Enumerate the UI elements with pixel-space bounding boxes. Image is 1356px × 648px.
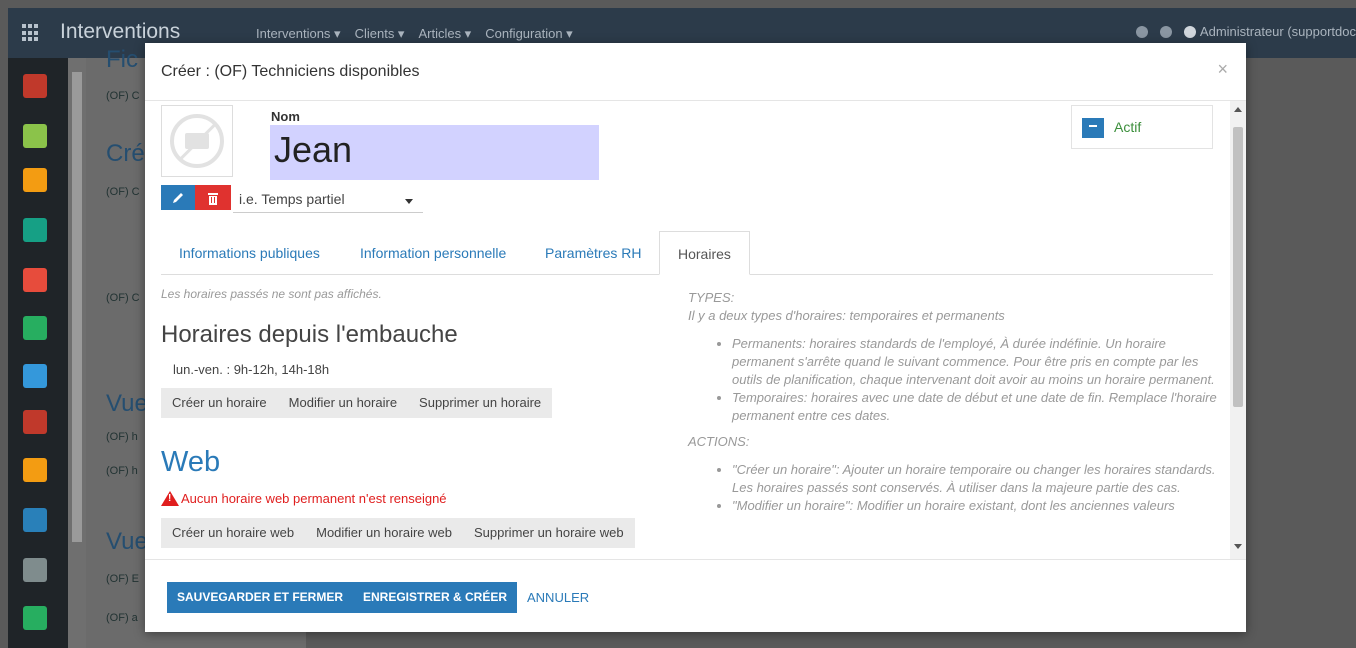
- help-icon[interactable]: [1135, 25, 1148, 38]
- cancel-button[interactable]: ANNULER: [527, 582, 589, 613]
- schedule-actions: Créer un horaire Modifier un horaire Sup…: [161, 388, 553, 418]
- hierarchy-icon[interactable]: [23, 508, 47, 532]
- help-types-intro: Il y a deux types d'horaires: temporaire…: [688, 308, 1005, 323]
- app-sidebar: [8, 58, 68, 648]
- user-name: Administrateur (supportdoc: [1199, 24, 1356, 39]
- help-item: "Créer un horaire": Ajouter un horaire t…: [732, 461, 1218, 497]
- save-close-button[interactable]: SAUVEGARDER ET FERMER: [167, 582, 354, 613]
- tab-schedules[interactable]: Horaires: [659, 231, 750, 275]
- contract-placeholder: i.e. Temps partiel: [239, 191, 345, 207]
- help-types-list: Permanents: horaires standards de l'empl…: [688, 335, 1218, 425]
- bg-heading: Cré: [106, 140, 145, 167]
- background-scrollbar[interactable]: [68, 58, 86, 648]
- archive-icon: [1082, 118, 1104, 138]
- web-schedule-actions: Créer un horaire web Modifier un horaire…: [161, 518, 635, 548]
- main-menu: Interventions ▾ Clients ▾ Articles ▾ Con…: [256, 26, 573, 42]
- app-title[interactable]: Interventions: [60, 20, 180, 44]
- user-avatar: [1183, 25, 1196, 38]
- warning-icon: [161, 491, 179, 506]
- user-menu[interactable]: Administrateur (supportdoc: [1183, 24, 1356, 39]
- caret-down-icon: [405, 199, 413, 204]
- bg-heading: Vue: [106, 390, 148, 417]
- trash-icon: [208, 192, 218, 205]
- schedule-heading: Horaires depuis l'embauche: [161, 321, 458, 348]
- help-actions-list: "Créer un horaire": Ajouter un horaire t…: [688, 461, 1218, 515]
- bg-fragment: (OF) C: [106, 292, 140, 304]
- schedule-summary: lun.-ven. : 9h-12h, 14h-18h: [173, 362, 330, 377]
- name-field[interactable]: Jean: [270, 125, 599, 180]
- bg-fragment: (OF) a: [106, 612, 138, 624]
- schedule-help: TYPES: Il y a deux types d'horaires: tem…: [688, 289, 1218, 523]
- tab-public-info[interactable]: Informations publiques: [161, 231, 338, 275]
- navbar-right: Administrateur (supportdoc: [1135, 24, 1356, 39]
- bg-fragment: (OF) h: [106, 465, 138, 477]
- bg-heading: Vue: [106, 528, 148, 555]
- tag-icon[interactable]: [23, 606, 47, 630]
- bg-fragment: (OF) E: [106, 573, 139, 585]
- active-toggle[interactable]: Actif: [1071, 105, 1213, 149]
- help-item: Permanents: horaires standards de l'empl…: [732, 335, 1218, 389]
- pencil-icon: [173, 192, 183, 203]
- calendar-icon[interactable]: [23, 124, 47, 148]
- web-heading: Web: [161, 446, 221, 478]
- edit-schedule-button[interactable]: Modifier un horaire: [278, 388, 408, 418]
- menu-clients[interactable]: Clients ▾: [355, 26, 405, 42]
- delete-schedule-button[interactable]: Supprimer un horaire: [408, 388, 552, 418]
- edit-web-schedule-button[interactable]: Modifier un horaire web: [305, 518, 463, 548]
- modal-scroll-thumb[interactable]: [1233, 127, 1243, 407]
- chat-icon[interactable]: [23, 74, 47, 98]
- delete-web-schedule-button[interactable]: Supprimer un horaire web: [463, 518, 635, 548]
- modal-header: Créer : (OF) Techniciens disponibles ×: [145, 43, 1246, 101]
- modal-body: Nom Jean i.e. Temps partiel Actif Inform…: [145, 101, 1246, 559]
- bg-fragment: (OF) h: [106, 431, 138, 443]
- web-warning: Aucun horaire web permanent n'est rensei…: [161, 491, 447, 506]
- bg-fragment: (OF) C: [106, 90, 140, 102]
- create-technician-modal: Créer : (OF) Techniciens disponibles × N…: [145, 43, 1246, 632]
- contract-type-select[interactable]: i.e. Temps partiel: [233, 187, 423, 213]
- menu-articles[interactable]: Articles ▾: [418, 26, 471, 42]
- menu-configuration[interactable]: Configuration ▾: [485, 26, 572, 42]
- sitemap-icon[interactable]: [23, 410, 47, 434]
- past-schedules-note: Les horaires passés ne sont pas affichés…: [161, 287, 382, 301]
- no-camera-icon: [170, 114, 224, 168]
- modal-scrollbar[interactable]: [1230, 101, 1246, 559]
- bg-heading: Fic: [106, 46, 138, 73]
- save-create-button[interactable]: ENREGISTRER & CRÉER: [353, 582, 518, 613]
- document-icon[interactable]: [23, 458, 47, 482]
- send-icon[interactable]: [23, 558, 47, 582]
- modal-title: Créer : (OF) Techniciens disponibles: [161, 63, 420, 80]
- scroll-down-icon[interactable]: [1234, 544, 1242, 549]
- messages-icon[interactable]: [1159, 25, 1172, 38]
- web-warning-text: Aucun horaire web permanent n'est rensei…: [181, 491, 447, 506]
- create-schedule-button[interactable]: Créer un horaire: [161, 388, 278, 418]
- help-item: Temporaires: horaires avec une date de d…: [732, 389, 1218, 425]
- edit-photo-button[interactable]: [161, 185, 195, 210]
- card-icon[interactable]: [23, 364, 47, 388]
- bg-fragment: (OF) C: [106, 186, 140, 198]
- help-types-title: TYPES:: [688, 290, 735, 305]
- menu-interventions[interactable]: Interventions ▾: [256, 26, 341, 42]
- create-web-schedule-button[interactable]: Créer un horaire web: [161, 518, 305, 548]
- name-label: Nom: [271, 109, 300, 124]
- close-icon[interactable]: ×: [1217, 59, 1228, 80]
- chart-icon[interactable]: [23, 316, 47, 340]
- contacts-icon[interactable]: [23, 218, 47, 242]
- tab-hr-settings[interactable]: Paramètres RH: [527, 231, 659, 275]
- modal-footer: SAUVEGARDER ET FERMER ENREGISTRER & CRÉE…: [145, 559, 1246, 632]
- apps-grid-icon[interactable]: [22, 24, 40, 42]
- help-item: "Modifier un horaire": Modifier un horai…: [732, 497, 1218, 515]
- location-icon[interactable]: [23, 168, 47, 192]
- tab-personal-info[interactable]: Information personnelle: [342, 231, 524, 275]
- background-scroll-thumb[interactable]: [72, 72, 82, 542]
- form-tabs: Informations publiques Information perso…: [161, 231, 1213, 275]
- scroll-up-icon[interactable]: [1234, 107, 1242, 112]
- folder-icon[interactable]: [23, 268, 47, 292]
- active-label: Actif: [1114, 119, 1142, 135]
- help-actions-title: ACTIONS:: [688, 434, 750, 449]
- photo-placeholder[interactable]: [161, 105, 233, 177]
- delete-photo-button[interactable]: [195, 185, 231, 210]
